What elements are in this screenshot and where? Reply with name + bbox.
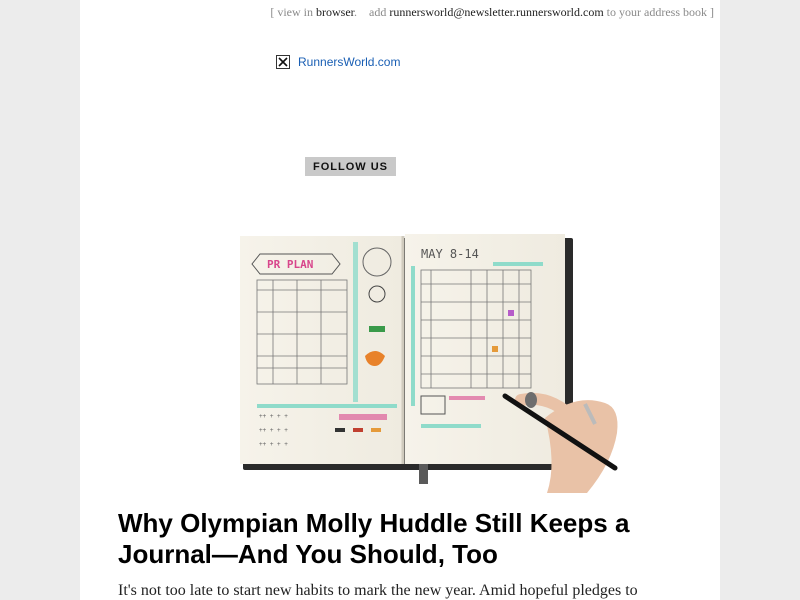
bracket-open: [: [270, 5, 275, 19]
logo-alt-link[interactable]: RunnersWorld.com: [298, 55, 400, 69]
view-in-text: view in: [277, 5, 313, 19]
article-body-text: It's not too late to start new habits to…: [118, 582, 638, 599]
article-headline[interactable]: Why Olympian Molly Huddle Still Keeps a …: [118, 508, 678, 570]
period-text: .: [354, 5, 357, 19]
logo[interactable]: RunnersWorld.com: [276, 55, 400, 69]
svg-text:++ + + +: ++ + + +: [259, 427, 288, 434]
address-book-text: to your address book: [606, 5, 707, 19]
svg-text:PR PLAN: PR PLAN: [267, 258, 313, 271]
sender-email: runnersworld@newsletter.runnersworld.com: [389, 5, 604, 19]
add-text: add: [369, 5, 387, 19]
hero-image[interactable]: PR PLAN ++ + + + ++ + + + ++ + + + MAY 8…: [235, 228, 645, 496]
email-body: [ view in browser. add runnersworld@news…: [80, 0, 720, 600]
preheader: [ view in browser. add runnersworld@news…: [270, 5, 714, 20]
broken-image-icon: [276, 55, 290, 69]
follow-us-label: FOLLOW US: [305, 157, 396, 176]
svg-text:MAY 8-14: MAY 8-14: [421, 247, 479, 261]
view-in-browser-link[interactable]: browser: [316, 5, 354, 19]
bracket-close: ]: [710, 5, 714, 19]
svg-text:++ + + +: ++ + + +: [259, 413, 288, 420]
svg-text:++ + + +: ++ + + +: [259, 441, 288, 448]
